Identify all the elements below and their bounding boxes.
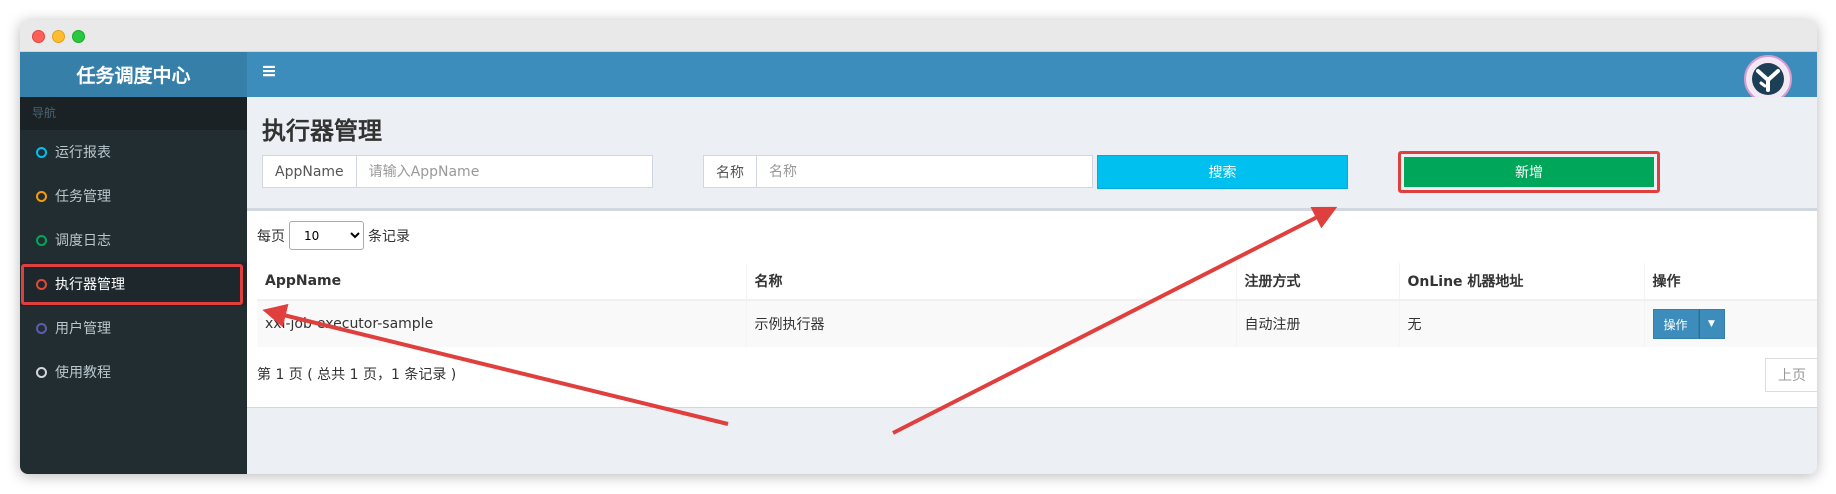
circle-icon <box>36 366 47 378</box>
sidebar-item-users[interactable]: 用户管理 <box>20 306 247 350</box>
action-button-group: 操作 ▼ <box>1652 309 1725 339</box>
maximize-window-button[interactable] <box>72 30 85 43</box>
sidebar-item-report[interactable]: 运行报表 <box>20 130 247 174</box>
column-header-appname[interactable]: AppName <box>257 263 747 301</box>
app-logo-title[interactable]: 任务调度中心 <box>20 52 247 97</box>
sidebar-item-help[interactable]: 使用教程 <box>20 350 247 394</box>
cell-appname: xxl-job-executor-sample <box>257 300 747 347</box>
sidebar-item-label: 调度日志 <box>55 233 111 249</box>
table-row: xxl-job-executor-sample 示例执行器 自动注册 无 操作 … <box>257 300 1817 347</box>
sidebar-item-label: 运行报表 <box>55 145 111 161</box>
page-title: 执行器管理 <box>262 117 382 145</box>
column-header-name[interactable]: 名称 <box>746 263 1237 301</box>
page-length-select[interactable]: 10 <box>289 221 364 250</box>
sidebar-item-label: 执行器管理 <box>55 277 125 293</box>
cell-action: 操作 ▼ <box>1644 300 1817 347</box>
column-header-online[interactable]: OnLine 机器地址 <box>1399 263 1645 301</box>
browser-window: 任务调度中心 导航 运行报表 任务管理 调度日志 执行器管理 用户管理 使用教程… <box>20 20 1817 474</box>
appname-label: AppName <box>263 156 357 187</box>
circle-icon <box>36 278 47 290</box>
circle-icon <box>36 190 47 202</box>
close-window-button[interactable] <box>32 30 45 43</box>
sidebar-item-jobs[interactable]: 任务管理 <box>20 174 247 218</box>
action-button[interactable]: 操作 <box>1652 309 1699 339</box>
hamburger-menu-icon[interactable]: ≡ <box>261 60 277 82</box>
add-button[interactable]: 新增 <box>1404 157 1654 187</box>
length-prefix: 每页 <box>257 228 285 245</box>
cell-name: 示例执行器 <box>746 300 1237 347</box>
sidebar: 任务调度中心 导航 运行报表 任务管理 调度日志 执行器管理 用户管理 使用教程 <box>20 52 247 474</box>
page-length-control: 每页 10 条记录 <box>257 221 410 250</box>
sidebar-item-label: 任务管理 <box>55 189 111 205</box>
sidebar-item-logs[interactable]: 调度日志 <box>20 218 247 262</box>
length-suffix: 条记录 <box>368 228 410 245</box>
table-info: 第 1 页 ( 总共 1 页，1 条记录 ) <box>257 367 457 383</box>
caret-down-icon[interactable]: ▼ <box>1698 309 1725 339</box>
sidebar-item-label: 使用教程 <box>55 365 111 381</box>
table-header-row: AppName 名称 注册方式 OnLine 机器地址 操作 <box>257 263 1817 301</box>
minimize-window-button[interactable] <box>52 30 65 43</box>
executor-table-box: 每页 10 条记录 AppName 名称 注册方式 OnLine 机器地址 操作 <box>247 208 1817 408</box>
name-filter: 名称 <box>703 155 1093 188</box>
column-header-action: 操作 <box>1644 263 1817 301</box>
circle-icon <box>36 234 47 246</box>
appname-filter: AppName <box>262 155 653 188</box>
avatar[interactable] <box>1744 55 1792 103</box>
column-header-registry[interactable]: 注册方式 <box>1236 263 1400 301</box>
top-navbar: ≡ <box>247 52 1817 103</box>
nav-header: 导航 <box>20 97 247 130</box>
search-button[interactable]: 搜索 <box>1097 155 1348 189</box>
sidebar-item-label: 用户管理 <box>55 321 111 337</box>
circle-icon <box>36 322 47 334</box>
window-titlebar <box>20 20 1817 52</box>
cell-registry: 自动注册 <box>1236 300 1400 347</box>
sidebar-item-executors[interactable]: 执行器管理 <box>20 262 247 306</box>
executor-table: AppName 名称 注册方式 OnLine 机器地址 操作 xxl-job-e… <box>257 263 1817 347</box>
logo-icon <box>1752 63 1784 95</box>
name-label: 名称 <box>704 156 757 187</box>
appname-input[interactable] <box>356 156 652 187</box>
name-input[interactable] <box>757 156 1077 187</box>
circle-icon <box>36 146 47 158</box>
prev-page-button[interactable]: 上页 <box>1765 358 1817 392</box>
add-button-highlight: 新增 <box>1398 151 1660 193</box>
cell-online: 无 <box>1399 300 1645 347</box>
main-content: 执行器管理 AppName 名称 搜索 新增 每页 10 条记录 <box>247 97 1817 474</box>
